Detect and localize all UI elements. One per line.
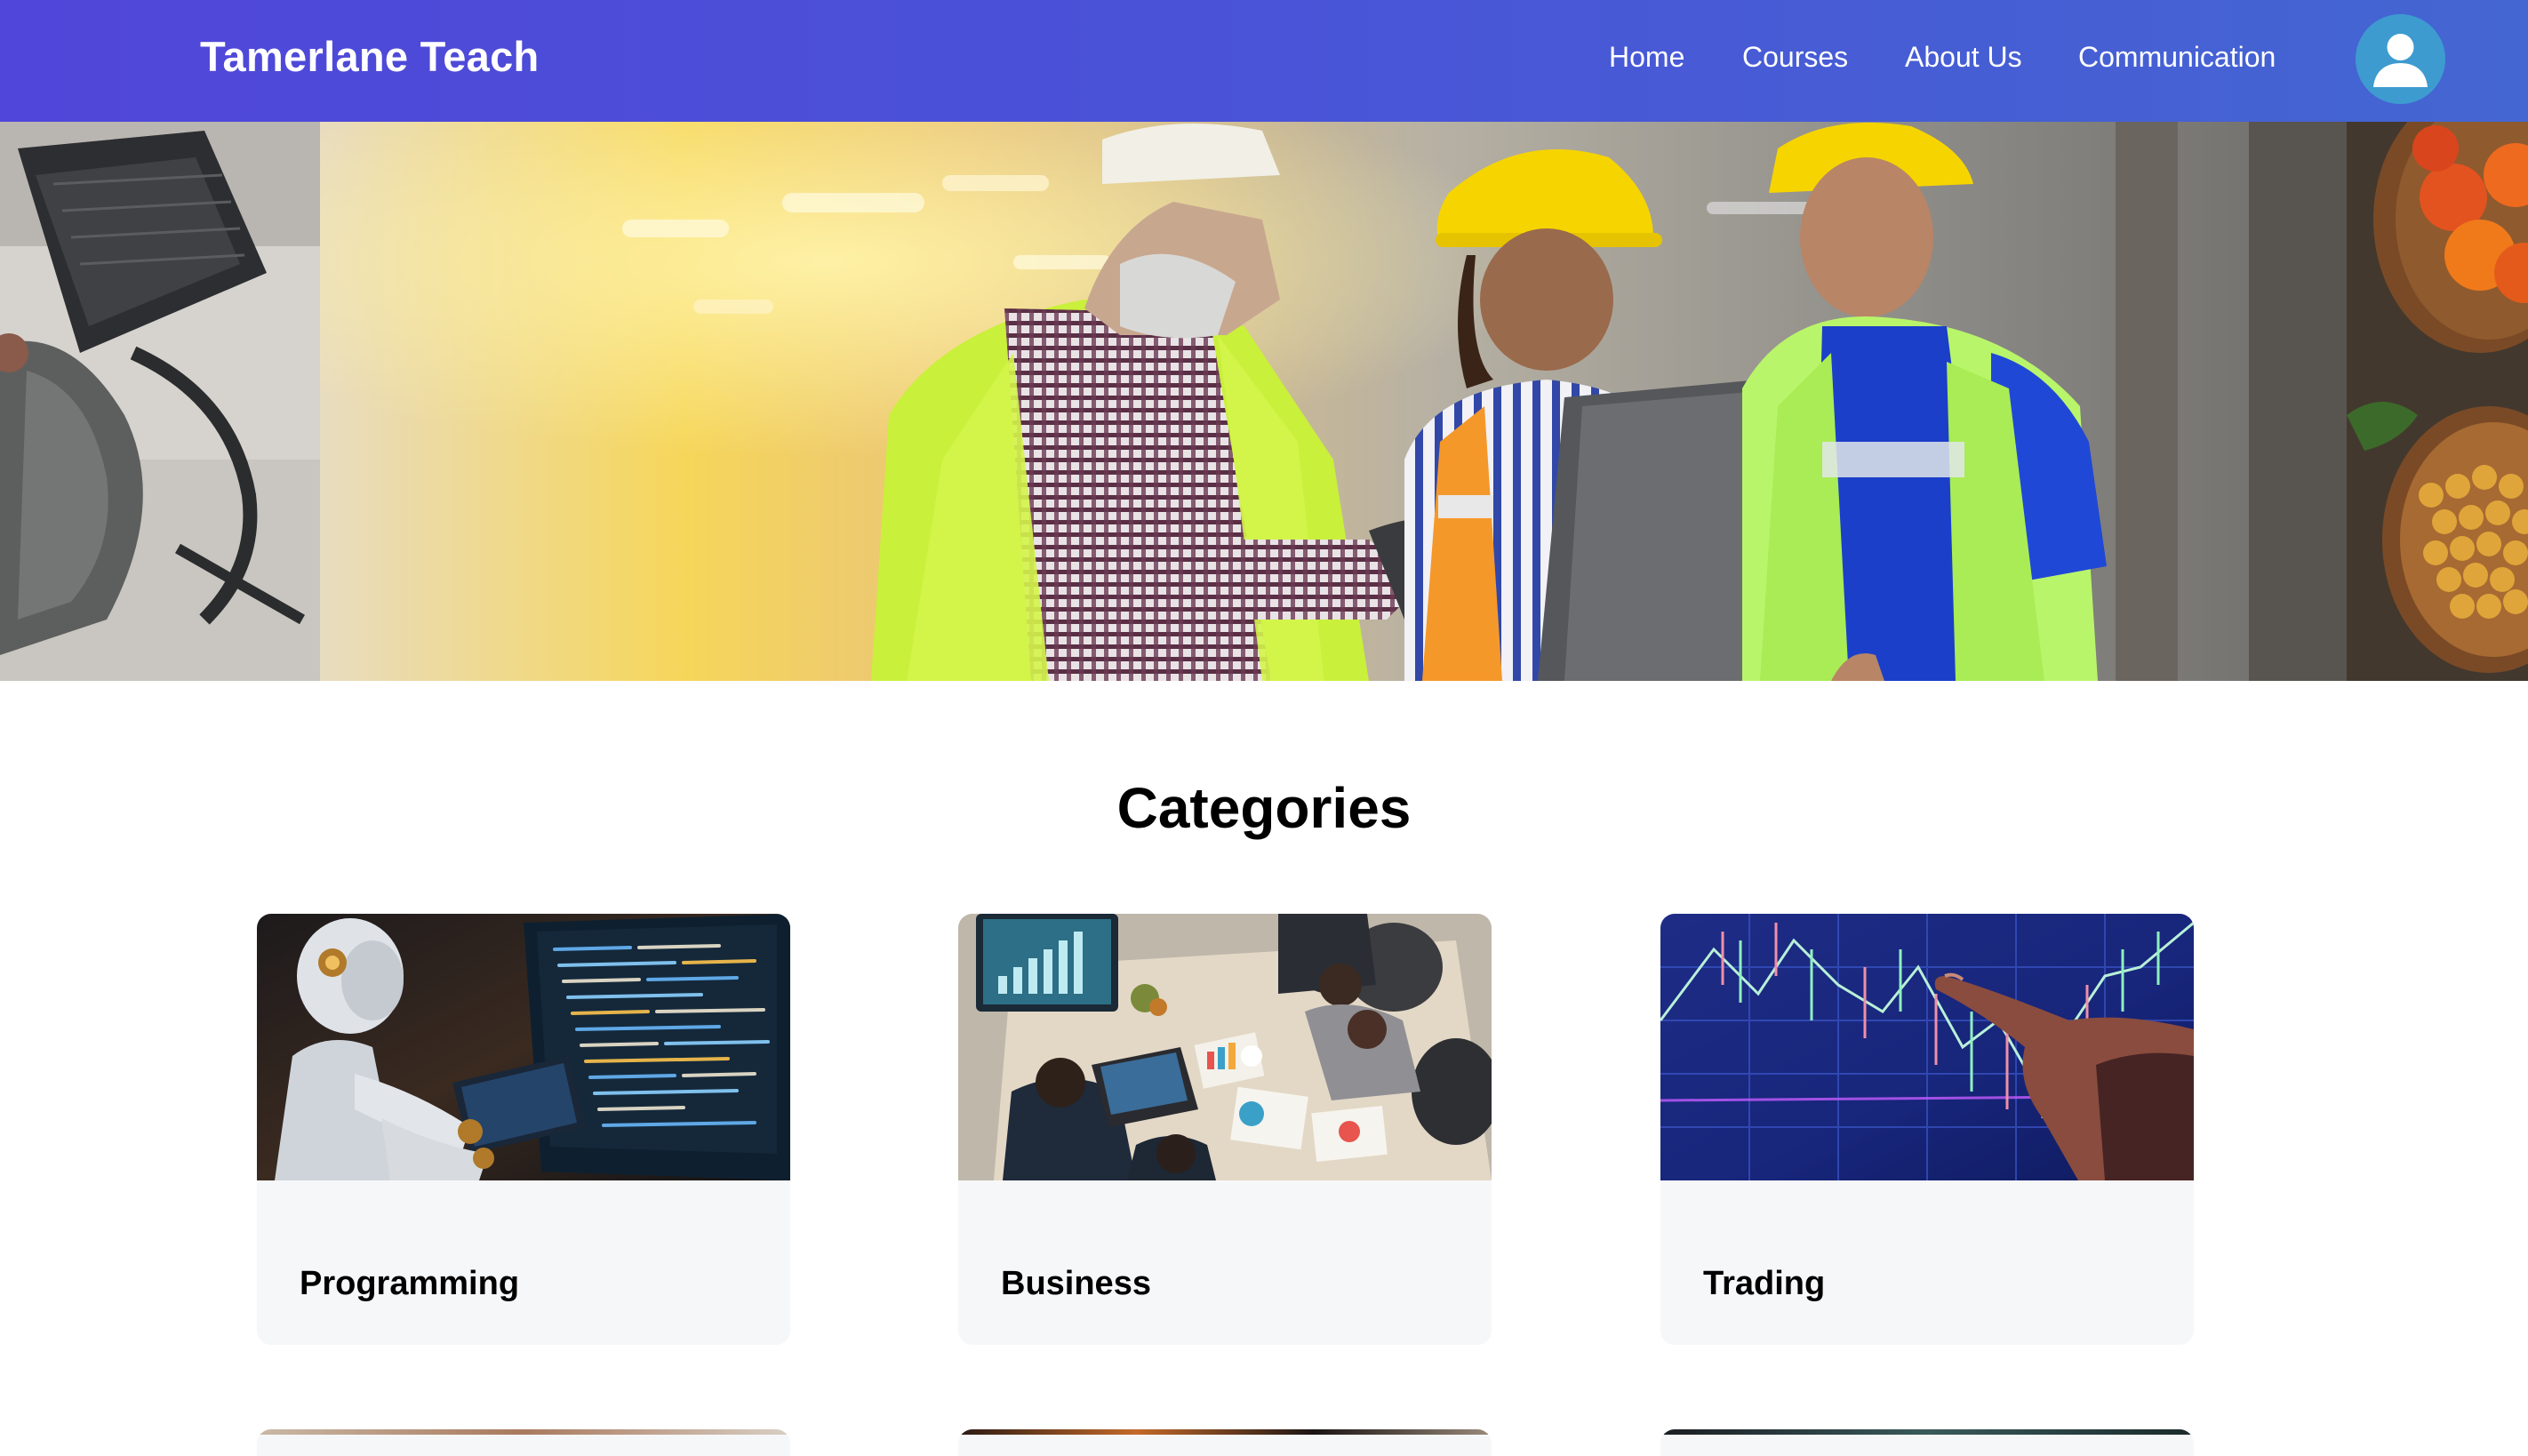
- nav-about-link[interactable]: About Us: [1905, 41, 2022, 74]
- brand-logo-text[interactable]: Tamerlane Teach: [200, 32, 540, 81]
- vegetables-bowls-slide: [2347, 122, 2528, 681]
- nav-communication-link[interactable]: Communication: [2078, 41, 2276, 74]
- category-label-trading: Trading: [1703, 1265, 1826, 1302]
- category-label-business: Business: [1001, 1265, 1151, 1302]
- top-navbar: Tamerlane Teach Home Courses About Us Co…: [0, 0, 2528, 122]
- nav-home-link[interactable]: Home: [1609, 41, 1684, 74]
- category-card-programming[interactable]: Programming: [257, 914, 790, 1345]
- category-card-trading[interactable]: Trading: [1660, 914, 2194, 1345]
- card-image-peek: [958, 1429, 1492, 1435]
- category-card-peek[interactable]: [958, 1429, 1492, 1456]
- business-meeting-image: [958, 914, 1492, 1180]
- categories-heading: Categories: [1116, 776, 1412, 840]
- nav-courses-link[interactable]: Courses: [1742, 41, 1848, 74]
- user-avatar-button[interactable]: [2356, 14, 2445, 104]
- factory-workers-laptop-slide: [320, 122, 2347, 681]
- category-card-peek[interactable]: [257, 1429, 790, 1456]
- hero-carousel[interactable]: [0, 122, 2528, 681]
- category-label-programming: Programming: [300, 1265, 520, 1302]
- category-card-peek[interactable]: [1660, 1429, 2194, 1456]
- user-avatar-icon: [2356, 14, 2445, 104]
- office-chair-slide: [0, 122, 320, 681]
- category-card-business[interactable]: Business: [958, 914, 1492, 1345]
- stock-chart-image: [1660, 914, 2194, 1180]
- card-image-peek: [257, 1429, 790, 1435]
- card-image-peek: [1660, 1429, 2194, 1435]
- robot-coding-image: [257, 914, 790, 1180]
